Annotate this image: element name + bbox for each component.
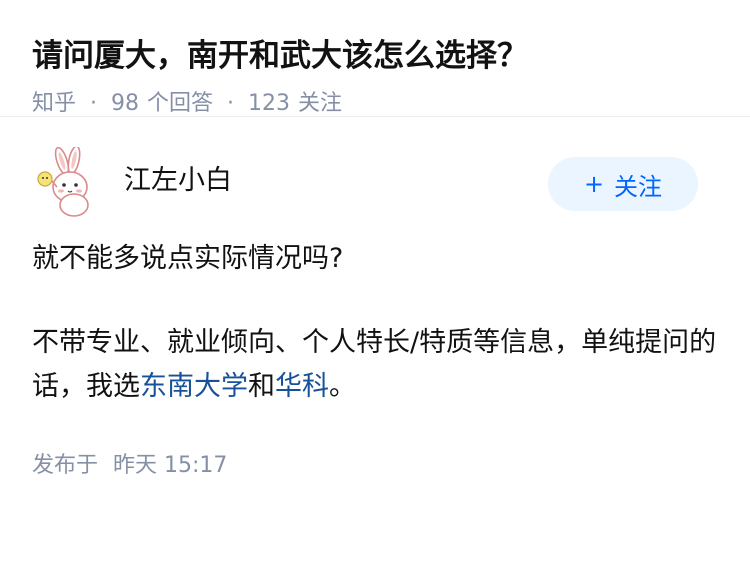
author-row: 江左小白 + 关注 [32, 147, 718, 247]
link-southeast-university[interactable]: 东南大学 [140, 371, 248, 402]
publish-time: 昨天 15:17 [113, 453, 228, 478]
avatar[interactable] [32, 147, 104, 219]
answer-count-label: 个回答 [147, 91, 214, 116]
follow-count-label: 关注 [298, 91, 343, 116]
answer-body: 就不能多说点实际情况吗? 不带专业、就业倾向、个人特长/特质等信息，单纯提问的话… [32, 237, 718, 409]
follow-button-label: 关注 [614, 172, 663, 201]
answer-text: 不带专业、就业倾向、个人特长/特质等信息，单纯提问的话，我选 [32, 327, 717, 402]
publish-info: 发布于 昨天 15:17 [32, 451, 718, 481]
meta-separator: · [227, 91, 235, 116]
follow-count: 123 [248, 91, 291, 116]
author-name[interactable]: 江左小白 [124, 163, 232, 199]
publish-label: 发布于 [32, 453, 99, 478]
follow-button[interactable]: + 关注 [548, 157, 698, 211]
answer-text: 。 [329, 371, 356, 402]
source-label[interactable]: 知乎 [32, 89, 76, 119]
plus-icon: + [583, 170, 605, 198]
question-meta: 知乎 · 98 个回答 · 123 关注 [32, 89, 718, 119]
answer-paragraph: 不带专业、就业倾向、个人特长/特质等信息，单纯提问的话，我选东南大学和华科。 [32, 321, 718, 409]
answer-count: 98 [111, 91, 140, 116]
answer-card: 江左小白 + 关注 就不能多说点实际情况吗? 不带专业、就业倾向、个人特长/特质… [0, 147, 750, 481]
question-title[interactable]: 请问厦大，南开和武大该怎么选择？ [32, 34, 718, 78]
link-hust[interactable]: 华科 [275, 371, 329, 402]
question-header: 请问厦大，南开和武大该怎么选择？ 知乎 · 98 个回答 · 123 关注 [0, 0, 750, 117]
meta-separator: · [90, 91, 98, 116]
answer-text: 和 [248, 371, 275, 402]
